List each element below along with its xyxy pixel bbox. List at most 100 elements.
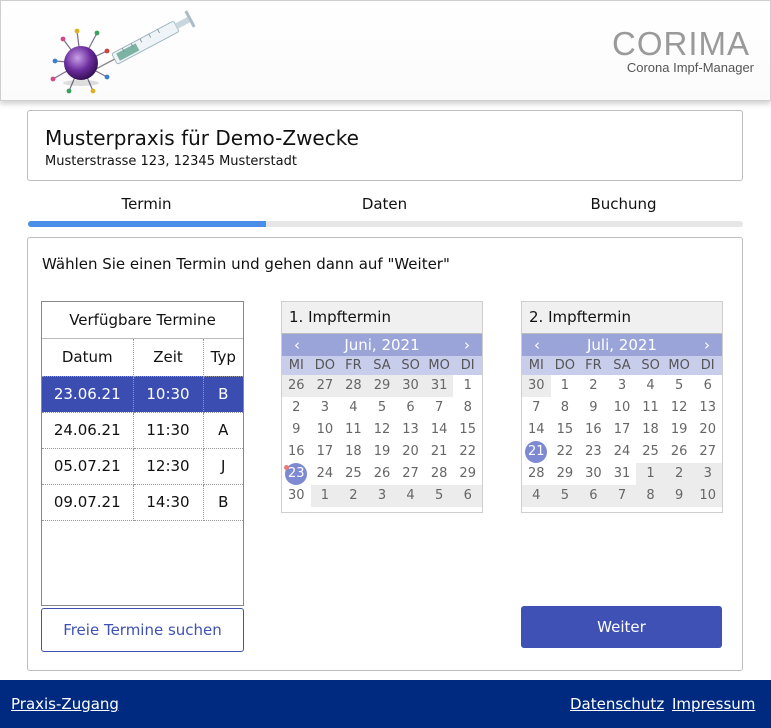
calendar-day[interactable]: 10 [311,419,340,441]
calendar-day[interactable]: 4 [339,397,368,419]
chevron-right-icon[interactable]: › [704,334,710,356]
calendar-day[interactable]: 18 [339,441,368,463]
calendar-day[interactable]: 2 [579,375,608,397]
table-row[interactable]: 09.07.21 14:30 B [42,484,243,521]
next-button[interactable]: Weiter [521,606,722,648]
practice-login-link[interactable]: Praxis-Zugang [11,695,119,713]
chevron-left-icon[interactable]: ‹ [534,334,540,356]
calendar-day[interactable]: 4 [636,375,665,397]
calendar-day[interactable]: 7 [522,397,551,419]
calendar-day[interactable]: 28 [339,375,368,397]
instruction-text: Wählen Sie einen Termin und gehen dann a… [42,255,450,273]
calendar-day[interactable]: 2 [339,485,368,507]
calendar-day[interactable]: 5 [424,485,454,507]
calendar-day[interactable]: 5 [368,397,397,419]
calendar-day[interactable]: 29 [453,463,482,485]
calendar-day[interactable]: 6 [579,485,608,507]
calendar-day[interactable]: 2 [664,463,694,485]
calendar-day[interactable]: 26 [282,375,311,397]
calendar-day[interactable]: 19 [368,441,397,463]
calendar-day[interactable]: 10 [693,485,722,507]
calendar-day[interactable]: 23 [579,441,608,463]
calendar-day[interactable]: 6 [453,485,482,507]
calendar-day[interactable]: 12 [368,419,397,441]
privacy-link[interactable]: Datenschutz [570,695,664,713]
calendar-day[interactable]: 9 [579,397,608,419]
calendar-day[interactable]: 10 [608,397,637,419]
calendar-day[interactable]: 3 [311,397,340,419]
calendar-day[interactable]: 19 [665,419,694,441]
calendar-day[interactable]: 27 [310,375,340,397]
calendar-day[interactable]: 24 [608,441,637,463]
practice-address: Musterstrasse 123, 12345 Musterstadt [45,154,297,169]
calendar-day[interactable]: 5 [665,375,694,397]
calendar-day[interactable]: 2 [282,397,311,419]
calendar-day[interactable]: 28 [425,463,454,485]
calendar-day[interactable]: 26 [368,463,397,485]
calendar-day[interactable]: 11 [339,419,368,441]
calendar-day[interactable]: 16 [282,441,311,463]
calendar-day[interactable]: 28 [522,463,551,485]
calendar-day[interactable]: 25 [339,463,368,485]
calendar-day[interactable]: 30 [579,463,608,485]
calendar-day[interactable]: 29 [367,375,397,397]
imprint-link[interactable]: Impressum [672,695,755,713]
calendar-day[interactable]: 3 [693,463,722,485]
calendar-day[interactable]: 20 [693,419,722,441]
chevron-right-icon[interactable]: › [464,334,470,356]
calendar-day[interactable]: 27 [396,463,425,485]
calendar-day[interactable]: 8 [453,397,482,419]
calendar-day[interactable]: 9 [282,419,311,441]
calendar-day[interactable]: 16 [579,419,608,441]
calendar-day[interactable]: 21 [425,441,454,463]
calendar-day[interactable]: 5 [550,485,580,507]
calendar-day[interactable]: 22 [453,441,482,463]
table-row[interactable]: 23.06.21 10:30 B [42,376,243,413]
calendar-day[interactable]: 31 [424,375,454,397]
calendar-day[interactable]: 15 [551,419,580,441]
calendar-day[interactable]: 26 [665,441,694,463]
calendar-day[interactable]: 15 [453,419,482,441]
calendar-day[interactable]: 13 [396,419,425,441]
calendar-day[interactable]: 30 [522,375,551,397]
calendar-day[interactable]: 30 [396,375,425,397]
calendar-day[interactable]: 8 [636,485,665,507]
calendar-day[interactable]: 17 [608,419,637,441]
calendar-day[interactable]: 27 [693,441,722,463]
calendar-day[interactable]: 30 [282,485,311,507]
calendar-day[interactable]: 25 [636,441,665,463]
calendar-day[interactable]: 6 [693,375,722,397]
calendar-day[interactable]: 1 [453,375,482,397]
calendar-day[interactable]: 1 [636,463,665,485]
calendar-day[interactable]: 14 [522,419,551,441]
table-row[interactable]: 05.07.21 12:30 J [42,448,243,485]
calendar-day-selected[interactable]: 21 [522,441,551,463]
calendar-day[interactable]: 17 [311,441,340,463]
calendar-day[interactable]: 22 [551,441,580,463]
calendar-day[interactable]: 6 [396,397,425,419]
search-free-appointments-button[interactable]: Freie Termine suchen [41,608,244,652]
calendar-day[interactable]: 14 [425,419,454,441]
calendar-day[interactable]: 4 [396,485,425,507]
calendar-day[interactable]: 9 [664,485,694,507]
calendar-day-selected[interactable]: 23 [282,463,311,485]
chevron-left-icon[interactable]: ‹ [294,334,300,356]
calendar-day[interactable]: 11 [636,397,665,419]
calendar-day[interactable]: 13 [693,397,722,419]
calendar-day[interactable]: 24 [311,463,340,485]
calendar-day[interactable]: 31 [608,463,637,485]
calendar-day[interactable]: 18 [636,419,665,441]
calendar-day[interactable]: 8 [551,397,580,419]
calendar-day[interactable]: 7 [607,485,637,507]
calendar-day[interactable]: 1 [551,375,580,397]
calendar-day[interactable]: 7 [425,397,454,419]
cell-time: 10:30 [133,376,204,413]
calendar-day[interactable]: 29 [551,463,580,485]
calendar-day[interactable]: 1 [310,485,340,507]
calendar-day[interactable]: 12 [665,397,694,419]
calendar-day[interactable]: 3 [367,485,397,507]
calendar-day[interactable]: 4 [522,485,551,507]
calendar-day[interactable]: 20 [396,441,425,463]
calendar-day[interactable]: 3 [608,375,637,397]
table-row[interactable]: 24.06.21 11:30 A [42,412,243,449]
